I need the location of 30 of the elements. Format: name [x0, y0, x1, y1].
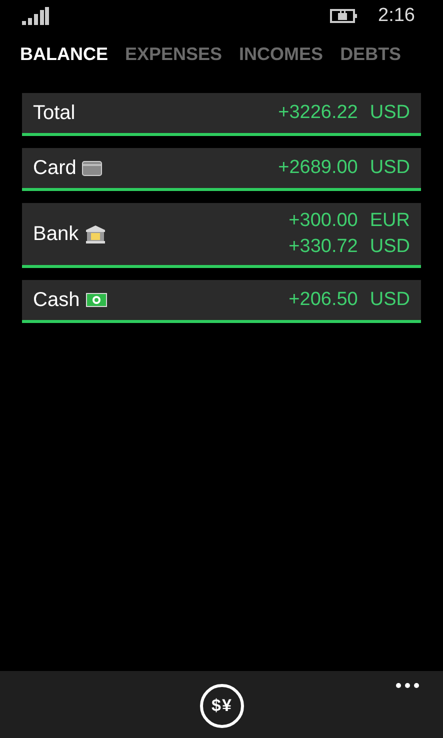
currency: USD [370, 235, 410, 259]
bank-icon [84, 224, 106, 244]
card-icon [82, 160, 102, 176]
account-card[interactable]: Bank +300.00 EUR +330.72 USD [22, 203, 421, 268]
tab[interactable]: INCOMES [239, 40, 324, 68]
amount: +3226.22 [278, 101, 358, 125]
currency: EUR [370, 209, 410, 233]
banknote-icon [86, 293, 107, 307]
tab[interactable]: EXPENSES [125, 40, 222, 68]
account-name: Bank [33, 222, 79, 247]
account-card[interactable]: Total +3226.22 USD [22, 93, 421, 136]
amount: +206.50 [288, 288, 358, 312]
account-name: Total [33, 101, 76, 126]
account-card[interactable]: Card +2689.00 USD [22, 148, 421, 191]
amount: +2689.00 [278, 156, 358, 180]
currency: USD [370, 101, 410, 125]
currency-exchange-button[interactable]: $¥ [200, 684, 244, 728]
currency: USD [370, 156, 410, 180]
tab[interactable]: BALANCE [20, 40, 108, 68]
tab[interactable]: DEBTS [340, 40, 402, 68]
battery-charging-icon [330, 8, 358, 24]
signal-icon [22, 7, 49, 25]
account-card[interactable]: Cash +206.50 USD [22, 280, 421, 323]
currency: USD [370, 288, 410, 312]
account-name: Cash [33, 288, 80, 313]
account-name: Card [33, 156, 76, 181]
clock-time: 2:16 [378, 4, 415, 28]
amount: +330.72 [288, 235, 358, 259]
amount: +300.00 [288, 209, 358, 233]
more-icon[interactable] [394, 681, 421, 690]
